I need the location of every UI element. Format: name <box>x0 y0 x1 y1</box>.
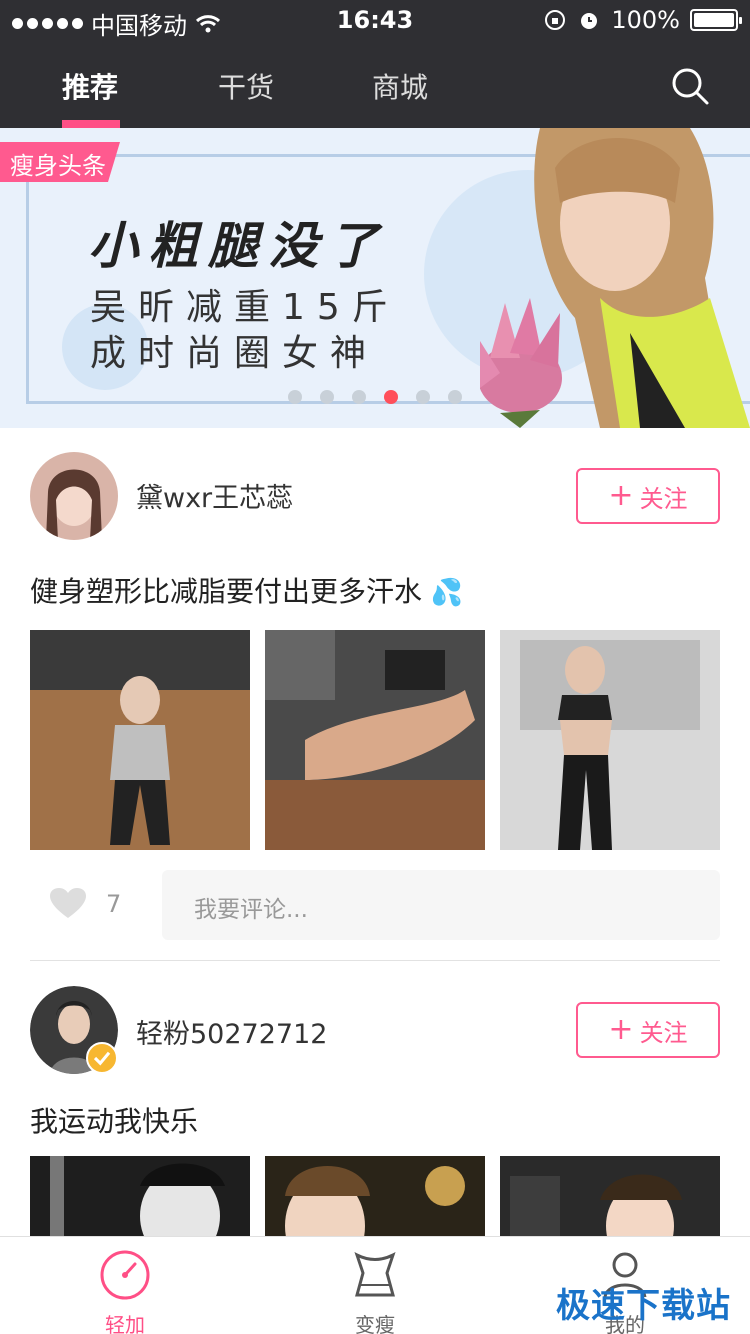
follow-label: 关注 <box>639 484 688 513</box>
banner-pager <box>288 390 462 404</box>
top-tabs: 推荐 干货 商城 <box>0 60 750 128</box>
verified-badge-icon <box>86 1042 118 1074</box>
nav-label: 轻加 <box>105 1313 145 1334</box>
follow-label: 关注 <box>639 1018 688 1047</box>
follow-button[interactable]: + 关注 <box>576 468 720 524</box>
status-bar: 中国移动 16:43 100% <box>0 0 750 40</box>
gauge-icon <box>100 1250 150 1300</box>
feed: 黛wxr王芯蕊 + 关注 健身塑形比减脂要付出更多汗水 💦 7 我要评论... … <box>0 428 750 1236</box>
post-text: 我运动我快乐 <box>30 1105 199 1138</box>
nav-item-qingjia[interactable]: 轻加 <box>65 1249 185 1334</box>
alarm-icon <box>581 13 598 29</box>
tab-tips[interactable]: 干货 <box>218 66 274 106</box>
post-photo[interactable] <box>265 1156 485 1236</box>
pager-dot[interactable] <box>448 390 462 404</box>
post-text-content: 健身塑形比减脂要付出更多汗水 <box>30 575 423 608</box>
search-icon[interactable] <box>670 66 710 106</box>
banner-subline-1: 吴昕减重15斤 <box>90 287 400 328</box>
banner-badge: 瘦身头条 <box>0 142 120 182</box>
post-card: 轻粉50272712 + 关注 我运动我快乐 <box>30 986 720 1236</box>
post-photo[interactable] <box>500 1156 720 1236</box>
pager-dot-active[interactable] <box>384 390 398 404</box>
banner-subline-2: 成时尚圈女神 <box>90 333 379 374</box>
protea-flower-illustration <box>480 298 562 428</box>
pager-dot[interactable] <box>416 390 430 404</box>
banner-headline: 小粗腿没了 <box>88 217 388 275</box>
pager-dot[interactable] <box>352 390 366 404</box>
post-photo[interactable] <box>500 630 720 850</box>
follow-button[interactable]: + 关注 <box>576 1002 720 1058</box>
username[interactable]: 黛wxr王芯蕊 <box>136 476 293 515</box>
nav-item-slim[interactable]: 变瘦 <box>315 1249 435 1334</box>
sweat-drops-icon: 💦 <box>430 578 464 608</box>
promo-banner[interactable]: 瘦身头条 小粗腿没了 吴昕减重15斤 成时尚圈女神 <box>0 128 750 428</box>
nav-label: 变瘦 <box>355 1313 395 1334</box>
battery-percent: 100% <box>611 6 680 34</box>
rotation-lock-icon <box>545 10 566 30</box>
battery-icon <box>690 9 742 31</box>
post-photo[interactable] <box>30 630 250 850</box>
banner-portrait-image <box>480 128 750 428</box>
post-photo[interactable] <box>30 1156 250 1236</box>
comment-input[interactable]: 我要评论... <box>162 870 720 940</box>
body-shape-icon <box>354 1252 396 1297</box>
like-count: 7 <box>106 890 122 918</box>
top-bar: 中国移动 16:43 100% 推荐 干货 商城 <box>0 0 750 128</box>
tab-mall[interactable]: 商城 <box>372 66 428 106</box>
avatar[interactable] <box>30 452 118 540</box>
site-watermark: 极速下载站 <box>556 1286 731 1326</box>
pager-dot[interactable] <box>288 390 302 404</box>
plus-icon: + <box>608 1012 634 1047</box>
heart-icon[interactable] <box>50 888 86 920</box>
like-control[interactable]: 7 <box>50 888 121 920</box>
post-text: 健身塑形比减脂要付出更多汗水 💦 <box>30 570 463 610</box>
pager-dot[interactable] <box>320 390 334 404</box>
plus-icon: + <box>608 478 634 513</box>
active-tab-indicator <box>62 120 120 128</box>
post-photo[interactable] <box>265 630 485 850</box>
post-divider <box>30 960 720 961</box>
status-right: 100% <box>543 6 742 34</box>
tab-recommend[interactable]: 推荐 <box>62 66 118 106</box>
post-card: 黛wxr王芯蕊 + 关注 健身塑形比减脂要付出更多汗水 💦 7 我要评论... <box>30 452 720 942</box>
username[interactable]: 轻粉50272712 <box>136 1012 327 1051</box>
avatar-wrapper[interactable] <box>30 986 118 1074</box>
